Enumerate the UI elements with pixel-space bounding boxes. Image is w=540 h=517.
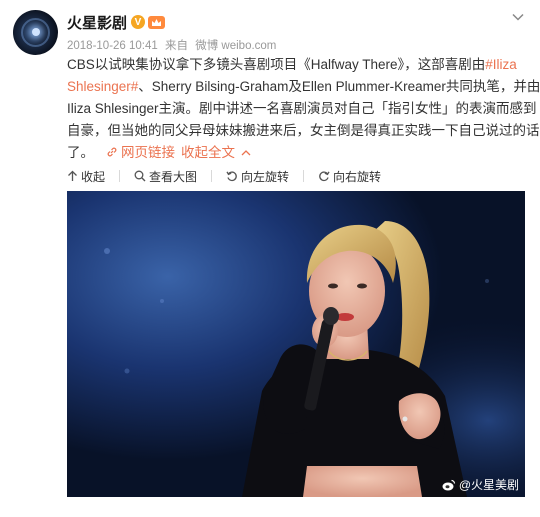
post-header: 火星影剧 V 2018-10-26 10:41 来自 微博 weibo.com [0, 0, 540, 60]
text-segment: CBS以试映集协议拿下多镜头喜剧项目《Halfway There》，这部喜剧由 [67, 57, 486, 72]
text-segment: 、Sherry Bilsing-Graham及Ellen Plummer-Kre… [138, 79, 540, 94]
post-date[interactable]: 2018-10-26 10:41 [67, 40, 158, 52]
verified-badge-icon: V [131, 15, 146, 29]
web-link[interactable]: 网页链接 [106, 145, 175, 160]
chevron-up-icon[interactable] [241, 149, 251, 157]
post-meta: 2018-10-26 10:41 来自 微博 weibo.com [67, 37, 280, 53]
image-toolbar: 收起 查看大图 向左旋转 向右旋转 [67, 166, 527, 186]
toolbar-divider [211, 170, 213, 182]
comedian-photo [67, 191, 525, 497]
text-line-5: 了。 网页链接 收起全文 [67, 142, 507, 164]
author-name[interactable]: 火星影剧 [67, 12, 127, 33]
avatar-glow [32, 28, 40, 36]
text-line-2: Shlesinger#、Sherry Bilsing-Graham及Ellen … [67, 76, 540, 98]
topic-link[interactable]: #Iliza [485, 57, 517, 72]
text-segment: 了。 [67, 145, 94, 160]
post-image[interactable]: @火星美剧 [67, 191, 525, 497]
avatar[interactable] [13, 10, 58, 55]
text-line-1: CBS以试映集协议拿下多镜头喜剧项目《Halfway There》，这部喜剧由#… [67, 54, 517, 76]
view-large-button[interactable]: 查看大图 [134, 168, 197, 185]
member-crown-icon [148, 15, 166, 29]
author-row: 火星影剧 V [67, 12, 166, 33]
view-large-label: 查看大图 [149, 169, 198, 184]
collapse-text-link[interactable]: 收起全文 [181, 145, 235, 160]
link-icon [107, 147, 117, 157]
image-watermark: @火星美剧 [442, 476, 519, 493]
collapse-image-button[interactable]: 收起 [67, 168, 105, 185]
weibo-logo-icon [442, 479, 455, 490]
toolbar-divider [303, 170, 305, 182]
post-source[interactable]: 微博 weibo.com [195, 40, 276, 52]
rotate-right-label: 向右旋转 [333, 169, 382, 184]
toolbar-divider [119, 170, 121, 182]
watermark-text: @火星美剧 [458, 478, 519, 492]
topic-link-continued[interactable]: Shlesinger# [67, 79, 138, 94]
chevron-down-icon[interactable] [511, 10, 525, 24]
web-link-label: 网页链接 [121, 145, 175, 160]
rotate-left-label: 向左旋转 [241, 169, 290, 184]
text-line-3: Iliza Shlesinger主演。剧中讲述一名喜剧演员对自己「指引女性」的表… [67, 101, 537, 116]
rotate-right-icon [319, 171, 330, 182]
collapse-label: 收起 [81, 169, 106, 184]
rotate-left-icon [226, 171, 237, 182]
rotate-left-button[interactable]: 向左旋转 [226, 168, 289, 185]
post-text: CBS以试映集协议拿下多镜头喜剧项目《Halfway There》，这部喜剧由#… [67, 54, 540, 164]
search-icon [134, 170, 146, 182]
source-prefix: 来自 [165, 40, 189, 52]
rotate-right-button[interactable]: 向右旋转 [318, 168, 381, 185]
arrow-up-icon [68, 170, 77, 181]
text-line-4: 自豪，但当她的同父异母妹妹搬进来后，女主倒是得真正实践一下自己说过的话 [67, 123, 540, 138]
